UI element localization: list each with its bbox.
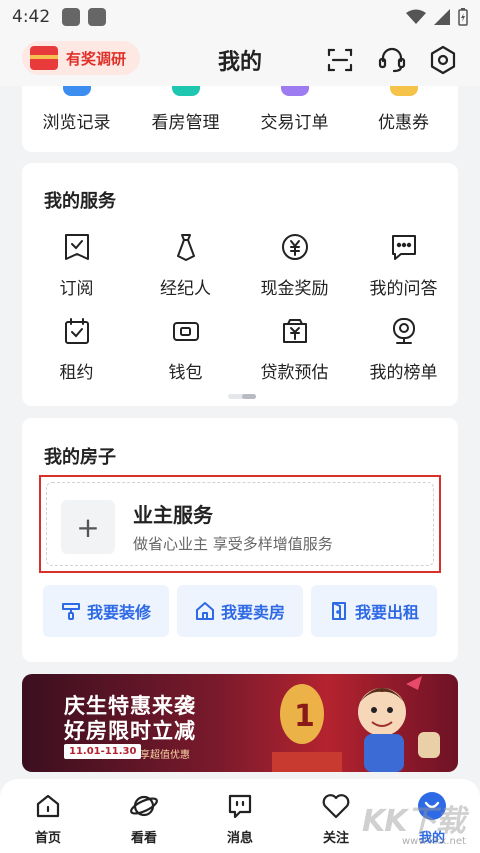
gift-icon [30,46,58,70]
my-house-card: 我的房子 + 业主服务 做省心业主 享受多样增值服务 我要装修 我要卖房 我要出… [22,418,458,662]
service-label: 我的榜单 [369,363,438,383]
planet-icon [129,791,159,821]
my-services-card: 我的服务 订阅 经纪人 现金奖励 我的问答 租约 钱包 贷款预估 我的榜单 [22,163,458,406]
loan-icon [279,315,311,347]
quick-link-coupons[interactable]: 优惠券 [349,86,458,133]
quick-link-history[interactable]: 浏览记录 [22,86,131,133]
service-ranking[interactable]: 我的榜单 [349,315,458,383]
quick-links-card: 浏览记录 看房管理 交易订单 优惠券 [22,86,458,152]
notification-icon [62,8,81,26]
survey-button[interactable]: 有奖调研 [22,41,140,75]
service-agent[interactable]: 经纪人 [131,231,240,299]
service-wallet[interactable]: 钱包 [131,315,240,383]
quick-link-label: 交易订单 [260,113,329,133]
rent-out-button[interactable]: 我要出租 [311,585,437,637]
sell-house-icon [195,602,214,620]
service-label: 钱包 [168,363,203,383]
service-subscribe[interactable]: 订阅 [22,231,131,299]
renovate-button[interactable]: 我要装修 [43,585,169,637]
owner-service-highlight: + 业主服务 做省心业主 享受多样增值服务 [39,475,441,573]
service-label: 现金奖励 [260,279,329,299]
svg-text:1: 1 [294,699,315,734]
order-icon [280,86,309,96]
sell-house-label: 我要卖房 [220,603,285,622]
rent-out-icon [331,602,346,620]
service-loan-estimate[interactable]: 贷款预估 [240,315,349,383]
top-header: 有奖调研 我的 [0,34,480,86]
tab-label: 消息 [226,831,253,846]
survey-label: 有奖调研 [66,49,127,68]
qa-icon [388,231,420,263]
page-indicator [228,394,256,399]
owner-service-title: 业主服务 [133,503,213,527]
scan-icon[interactable] [324,44,356,76]
home-icon [33,791,63,821]
wifi-icon [406,9,426,24]
service-label: 贷款预估 [260,363,329,383]
status-bar: 4:42 [0,0,480,34]
service-label: 经纪人 [160,279,211,299]
service-cash-reward[interactable]: 现金奖励 [240,231,349,299]
service-label: 订阅 [59,279,94,299]
renovate-label: 我要装修 [86,603,151,622]
subscribe-icon [61,231,93,263]
tab-home[interactable]: 首页 [18,791,78,846]
customer-service-icon[interactable] [376,44,408,76]
lease-icon [61,315,93,347]
agent-icon [170,231,202,263]
watermark-logo: KK下载 [362,804,465,839]
quick-link-orders[interactable]: 交易订单 [240,86,349,133]
house-title: 我的房子 [44,447,116,468]
tab-label: 首页 [34,831,61,846]
quick-link-label: 浏览记录 [42,113,111,133]
ranking-icon [388,315,420,347]
quick-link-label: 看房管理 [151,113,220,133]
house-view-icon [171,86,200,96]
service-qa[interactable]: 我的问答 [349,231,458,299]
banner-line2: 好房限时立减 [64,719,196,743]
service-label: 我的问答 [369,279,438,299]
quick-link-label: 优惠券 [378,113,429,133]
owner-service-subtitle: 做省心业主 享受多样增值服务 [133,535,333,553]
wallet-icon [170,315,202,347]
notification-icon [88,8,107,26]
tab-label: 关注 [322,831,349,846]
renovate-icon [61,603,80,620]
rent-out-label: 我要出租 [354,603,419,622]
promo-banner[interactable]: 1 庆生特惠来袭 好房限时立减 11.01-11.30 享超值优惠 [22,674,458,772]
services-title: 我的服务 [44,191,116,212]
tab-explore[interactable]: 看看 [114,791,174,846]
owner-service-button[interactable]: + 业主服务 做省心业主 享受多样增值服务 [46,482,434,566]
quick-link-house-view[interactable]: 看房管理 [131,86,240,133]
tab-follow[interactable]: 关注 [306,791,366,846]
service-lease[interactable]: 租约 [22,315,131,383]
coupon-icon [389,86,418,96]
message-icon [225,791,255,821]
status-time: 4:42 [12,7,51,27]
tab-label: 看看 [130,831,157,846]
battery-icon [458,8,468,26]
signal-icon [434,9,450,25]
banner-tag: 享超值优惠 [140,750,190,761]
watermark-url: www.kkx.net [402,836,466,847]
sell-house-button[interactable]: 我要卖房 [177,585,303,637]
tab-messages[interactable]: 消息 [210,791,270,846]
settings-icon[interactable] [427,44,459,76]
service-label: 租约 [59,363,94,383]
banner-date: 11.01-11.30 [64,744,142,759]
plus-icon: + [61,500,115,554]
heart-icon [321,791,351,821]
cash-reward-icon [279,231,311,263]
history-icon [62,86,91,96]
page-indicator-active [242,394,256,399]
